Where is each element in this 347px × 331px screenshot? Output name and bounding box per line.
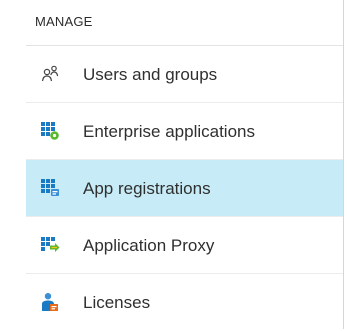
menu-item-label: Licenses (83, 292, 151, 312)
manage-menu-panel: MANAGE Users and groups Enterprise appli… (0, 0, 343, 329)
licenses-icon (40, 292, 60, 312)
users-icon (40, 64, 60, 84)
manage-menu-list: Users and groups Enterprise applications… (26, 46, 343, 331)
application-proxy-icon (40, 235, 60, 255)
panel-right-border (343, 0, 344, 329)
menu-item-label: Application Proxy (83, 235, 215, 255)
menu-item-label: Users and groups (83, 64, 218, 84)
menu-item-app-registrations[interactable]: App registrations (26, 160, 343, 217)
menu-item-users-and-groups[interactable]: Users and groups (26, 46, 343, 103)
menu-item-label: Enterprise applications (83, 121, 255, 141)
enterprise-apps-icon (40, 121, 60, 141)
section-title: MANAGE (35, 14, 93, 29)
menu-item-application-proxy[interactable]: Application Proxy (26, 217, 343, 274)
menu-item-licenses[interactable]: Licenses (26, 274, 343, 331)
app-registrations-icon (40, 178, 60, 198)
menu-item-label: App registrations (83, 178, 211, 198)
menu-item-enterprise-applications[interactable]: Enterprise applications (26, 103, 343, 160)
